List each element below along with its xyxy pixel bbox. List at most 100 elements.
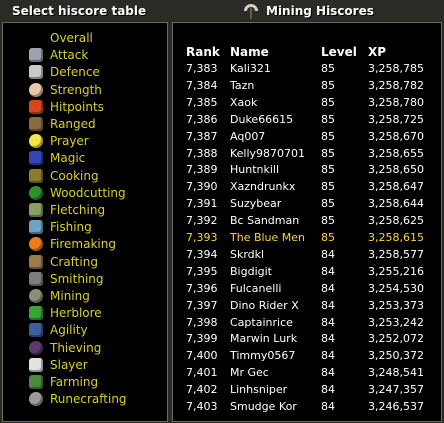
xp-cell: 3,258,615 [368,231,424,244]
player-name-link[interactable]: Kali321 [230,62,271,76]
skill-item[interactable]: Herblore [3,305,163,322]
skill-label: Woodcutting [50,185,126,200]
skill-item[interactable]: Magic [3,150,163,167]
skill-label: Farming [50,375,99,389]
skill-label: Overall [50,31,93,45]
rank-cell: 7,383 [186,62,218,75]
player-name-link[interactable]: Timmy0567 [230,349,295,363]
level-cell: 85 [321,95,335,109]
skill-label: Hitpoints [50,99,104,114]
level-cell: 85 [321,62,335,75]
skill-item[interactable]: Agility [3,322,163,339]
skill-item[interactable]: Fishing [3,219,163,236]
table-row: 7,389 Huntnkill 85 3,258,650 [173,163,443,179]
player-name-link[interactable]: Xazndrunkx [230,180,295,194]
skill-label: Fishing [50,220,92,235]
table-row: 7,402 Linhsniper 84 3,247,357 [173,383,443,399]
rank-cell: 7,388 [186,146,218,160]
skill-label: Agility [50,323,88,338]
anvil-icon [29,271,43,286]
player-name-link[interactable]: Xaok [230,96,257,110]
player-name-link[interactable]: Huntnkill [230,163,279,177]
xp-cell: 3,246,537 [368,400,424,413]
player-name-link[interactable]: Fulcanelli [230,282,281,296]
skill-label: Cooking [50,168,99,183]
name-column-header: Name [230,45,269,59]
skill-item[interactable]: Crafting [3,254,163,271]
rank-cell: 7,394 [186,247,218,261]
skill-item[interactable]: Ranged [3,116,163,133]
level-cell: 84 [321,400,335,413]
player-name-link[interactable]: Kelly9870701 [230,147,305,161]
xp-cell: 3,258,650 [368,163,424,177]
player-name-link[interactable]: Dino Rider X [230,299,299,313]
xp-cell: 3,258,625 [368,214,424,228]
skill-item[interactable]: Woodcutting [3,185,163,202]
skill-item[interactable]: Prayer [3,133,163,150]
xp-cell: 3,254,530 [368,281,424,295]
xp-cell: 3,250,372 [368,349,424,363]
player-name-link[interactable]: Aq007 [230,130,265,144]
skill-label: Magic [50,151,86,166]
skill-label: Herblore [50,306,102,321]
skill-item[interactable]: Cooking [3,168,163,185]
xp-cell: 3,258,655 [368,146,424,160]
player-name-link[interactable]: Smudge Kor [230,400,297,414]
table-row: 7,393 The Blue Men 85 3,258,615 [173,231,443,247]
skill-item[interactable]: Runecrafting [3,391,163,408]
rank-cell: 7,397 [186,298,218,312]
rank-cell: 7,391 [186,197,218,211]
wizard-hat-icon [29,151,43,166]
skill-item[interactable]: Firemaking [3,236,163,253]
skill-item[interactable]: Smithing [3,271,163,288]
level-cell: 85 [321,197,335,211]
skull-icon [29,357,43,372]
skill-label: Mining [50,289,90,303]
skill-item[interactable]: Farming [3,374,163,391]
rank-cell: 7,399 [186,332,218,346]
rank-cell: 7,384 [186,78,218,92]
player-name-link[interactable]: Marwin Lurk [230,332,297,346]
level-cell: 85 [321,214,335,228]
player-name-link[interactable]: Tazn [230,79,254,93]
player-name-link[interactable]: Bigdigit [230,265,272,279]
table-row: 7,391 Suzybear 85 3,258,644 [173,197,443,213]
skill-label: Firemaking [50,237,116,252]
table-row: 7,386 Duke66615 85 3,258,725 [173,113,443,129]
skill-item[interactable]: Overall [3,30,163,47]
skill-item[interactable]: Fletching [3,202,163,219]
level-column-header: Level [321,45,357,59]
skill-item[interactable]: Strength [3,82,163,99]
player-name-link[interactable]: Mr Gec [230,366,269,380]
skill-item[interactable]: Thieving [3,340,163,357]
rank-cell: 7,387 [186,129,218,143]
skill-item[interactable]: Defence [3,64,163,81]
runner-icon [29,323,43,338]
player-name-link[interactable]: The Blue Men [230,231,305,245]
skill-item[interactable]: Mining [3,288,163,305]
skill-label: Strength [50,82,102,97]
skill-label: Slayer [50,357,88,372]
player-name-link[interactable]: Duke66615 [230,113,293,127]
xp-cell: 3,258,785 [368,62,424,75]
skill-item[interactable]: Hitpoints [3,99,163,116]
xp-cell: 3,247,357 [368,383,424,397]
level-cell: 84 [321,247,335,261]
xp-cell: 3,252,072 [368,332,424,346]
xp-cell: 3,258,725 [368,112,424,126]
skill-item[interactable]: Attack [3,47,163,64]
rank-cell: 7,402 [186,383,218,397]
player-name-link[interactable]: Skrdkl [230,248,264,262]
player-name-link[interactable]: Suzybear [230,197,281,211]
table-row: 7,399 Marwin Lurk 84 3,252,072 [173,332,443,348]
player-name-link[interactable]: Linhsniper [230,383,287,397]
sword-icon [29,48,43,63]
player-name-link[interactable]: Bc Sandman [230,214,299,228]
skill-item[interactable]: Slayer [3,357,163,374]
hiscore-table-title: Mining Hiscores [266,4,374,18]
player-name-link[interactable]: Captainrice [230,316,293,330]
table-row: 7,397 Dino Rider X 84 3,253,373 [173,299,443,315]
arrow-icon [29,203,43,217]
hiscore-table-panel: Rank Name Level XP 7,383 Kali321 85 3,258,7… [172,22,442,422]
skill-table-title: Select hiscore table [12,4,147,18]
